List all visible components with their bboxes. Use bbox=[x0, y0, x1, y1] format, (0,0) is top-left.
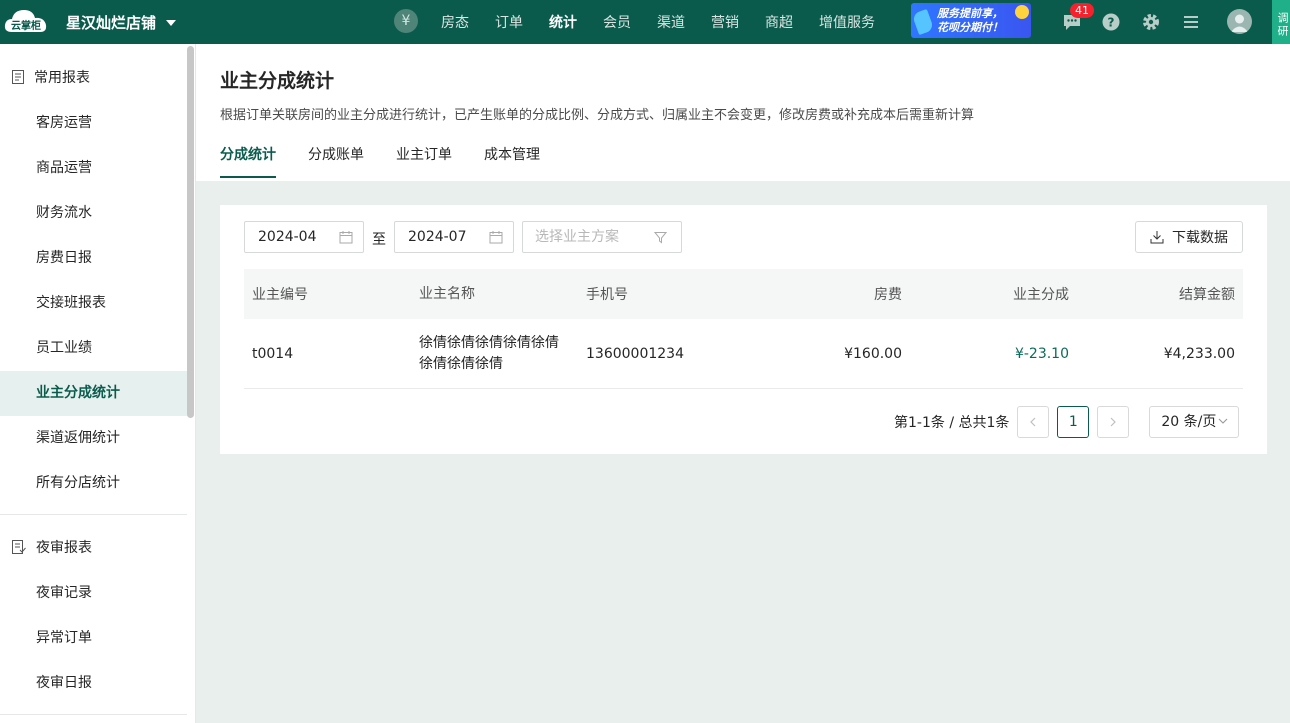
prev-page-button[interactable] bbox=[1017, 406, 1050, 438]
survey-tab[interactable]: 调研 bbox=[1272, 0, 1290, 44]
sidebar-item-abnormal-orders[interactable]: 异常订单 bbox=[0, 616, 187, 661]
nav-room-status[interactable]: 房态 bbox=[441, 12, 469, 32]
nav-marketing[interactable]: 营销 bbox=[711, 12, 739, 32]
nav-statistics[interactable]: 统计 bbox=[549, 12, 577, 32]
nav-orders[interactable]: 订单 bbox=[495, 12, 523, 32]
sidebar-group-common-reports[interactable]: 常用报表 bbox=[0, 66, 90, 88]
top-navigation-bar: 云掌柜 星汉灿烂店铺 ¥ 房态 订单 统计 会员 渠道 营销 商超 增值服务 服… bbox=[0, 0, 1290, 44]
audit-report-icon bbox=[12, 540, 26, 554]
banner-leaf-icon bbox=[911, 8, 935, 36]
cell-owner-id: t0014 bbox=[252, 345, 294, 362]
store-switcher[interactable]: 星汉灿烂店铺 bbox=[66, 12, 177, 33]
promo-banner[interactable]: 服务提前享， 花呗分期付！ bbox=[911, 3, 1031, 38]
cell-phone: 13600001234 bbox=[586, 345, 684, 362]
tab-share-bills[interactable]: 分成账单 bbox=[308, 144, 364, 176]
user-avatar[interactable] bbox=[1227, 9, 1252, 34]
sidebar-group-label: 常用报表 bbox=[34, 70, 90, 86]
stats-card: 2024-04 至 2024-07 选择业主方案 下载数据 业主编号 业主名称 … bbox=[220, 205, 1267, 454]
main-nav: 房态 订单 统计 会员 渠道 营销 商超 增值服务 bbox=[441, 0, 901, 44]
sidebar-item-shift-report[interactable]: 交接班报表 bbox=[0, 281, 187, 326]
sidebar-item-room-operations[interactable]: 客房运营 bbox=[0, 101, 187, 146]
logo-text: 云掌柜 bbox=[11, 21, 41, 32]
cell-room-fee: ¥160.00 bbox=[844, 345, 902, 362]
download-data-button[interactable]: 下载数据 bbox=[1135, 221, 1243, 253]
nav-members[interactable]: 会员 bbox=[603, 12, 631, 32]
app-logo[interactable]: 云掌柜 bbox=[2, 5, 50, 37]
sidebar-item-night-audit-log[interactable]: 夜审记录 bbox=[0, 571, 187, 616]
sidebar-divider bbox=[0, 714, 187, 715]
start-month-picker[interactable]: 2024-04 bbox=[244, 221, 364, 253]
calendar-icon bbox=[489, 231, 503, 244]
col-phone: 手机号 bbox=[586, 287, 628, 303]
download-icon bbox=[1150, 231, 1164, 244]
page-header: 业主分成统计 根据订单关联房间的业主分成进行统计，已产生账单的分成比例、分成方式… bbox=[196, 44, 1290, 181]
owner-name-line: 徐倩徐倩徐倩徐倩徐倩 bbox=[419, 334, 559, 351]
nav-store[interactable]: 商超 bbox=[765, 12, 793, 32]
col-owner-share: 业主分成 bbox=[1013, 287, 1069, 303]
col-owner-id: 业主编号 bbox=[252, 287, 308, 303]
chevron-down-icon bbox=[1219, 418, 1228, 424]
col-room-fee: 房费 bbox=[874, 287, 902, 303]
chevron-left-icon bbox=[1030, 417, 1036, 427]
banner-sun-icon bbox=[1015, 5, 1029, 19]
cell-settlement: ¥4,233.00 bbox=[1163, 345, 1235, 362]
menu-icon[interactable] bbox=[1181, 12, 1201, 32]
calendar-icon bbox=[339, 231, 353, 244]
report-icon bbox=[12, 70, 24, 84]
message-count-badge: 41 bbox=[1070, 3, 1094, 18]
sidebar-item-channel-commission[interactable]: 渠道返佣统计 bbox=[0, 416, 187, 461]
owner-name-line: 徐倩徐倩徐倩 bbox=[419, 355, 503, 372]
banner-line-2: 花呗分期付！ bbox=[937, 21, 1003, 34]
help-icon[interactable]: ? bbox=[1101, 12, 1121, 32]
nav-value-added-services[interactable]: 增值服务 bbox=[819, 12, 875, 32]
tab-owner-orders[interactable]: 业主订单 bbox=[396, 144, 452, 176]
owner-plan-select[interactable]: 选择业主方案 bbox=[522, 221, 682, 253]
date-range-separator: 至 bbox=[372, 232, 386, 248]
sidebar-item-finance-flow[interactable]: 财务流水 bbox=[0, 191, 187, 236]
pagination: 第1-1条 / 总共1条 1 20 条/页 bbox=[894, 406, 1240, 438]
yen-icon[interactable]: ¥ bbox=[394, 9, 418, 33]
sidebar-item-staff-performance[interactable]: 员工业绩 bbox=[0, 326, 187, 371]
cell-owner-share[interactable]: ¥-23.10 bbox=[902, 346, 1069, 362]
page-size-value: 20 条/页 bbox=[1161, 414, 1217, 430]
sidebar-item-owner-share-stats[interactable]: 业主分成统计 bbox=[0, 371, 187, 416]
tab-share-stats[interactable]: 分成统计 bbox=[220, 144, 276, 178]
sidebar: 常用报表 客房运营 商品运营 财务流水 房费日报 交接班报表 员工业绩 业主分成… bbox=[0, 44, 196, 723]
col-owner-name: 业主名称 bbox=[419, 285, 475, 302]
end-month-picker[interactable]: 2024-07 bbox=[394, 221, 514, 253]
svg-text:?: ? bbox=[1108, 16, 1115, 30]
nav-channels[interactable]: 渠道 bbox=[657, 12, 685, 32]
pagination-summary: 第1-1条 / 总共1条 bbox=[894, 415, 1010, 431]
owner-plan-placeholder: 选择业主方案 bbox=[535, 229, 619, 245]
tab-cost-management[interactable]: 成本管理 bbox=[484, 144, 540, 176]
cell-owner-name: 徐倩徐倩徐倩徐倩徐倩 徐倩徐倩徐倩 bbox=[411, 333, 578, 375]
page-title: 业主分成统计 bbox=[220, 70, 335, 92]
store-name: 星汉灿烂店铺 bbox=[66, 14, 157, 32]
end-month-value: 2024-07 bbox=[408, 229, 467, 245]
settings-gear-icon[interactable] bbox=[1141, 12, 1161, 32]
table-header: 业主编号 业主名称 手机号 房费 业主分成 结算金额 bbox=[244, 269, 1243, 319]
sidebar-group-night-audit[interactable]: 夜审报表 bbox=[0, 536, 92, 558]
table-row: t0014 徐倩徐倩徐倩徐倩徐倩 徐倩徐倩徐倩 13600001234 ¥160… bbox=[244, 319, 1243, 389]
start-month-value: 2024-04 bbox=[258, 229, 317, 245]
sidebar-item-night-audit-daily[interactable]: 夜审日报 bbox=[0, 661, 187, 706]
page-1-button[interactable]: 1 bbox=[1057, 406, 1090, 438]
filter-icon bbox=[654, 232, 667, 244]
page-size-select[interactable]: 20 条/页 bbox=[1149, 406, 1240, 438]
page-tabs: 分成统计 分成账单 业主订单 成本管理 bbox=[220, 144, 572, 178]
owner-share-table: 业主编号 业主名称 手机号 房费 业主分成 结算金额 t0014 徐倩徐倩徐倩徐… bbox=[244, 269, 1243, 389]
sidebar-group-label: 夜审报表 bbox=[36, 540, 92, 556]
caret-down-icon bbox=[166, 19, 177, 26]
sidebar-item-room-fee-daily[interactable]: 房费日报 bbox=[0, 236, 187, 281]
col-settlement: 结算金额 bbox=[1179, 287, 1235, 303]
page-description: 根据订单关联房间的业主分成进行统计，已产生账单的分成比例、分成方式、归属业主不会… bbox=[220, 108, 975, 123]
chevron-right-icon bbox=[1110, 417, 1117, 427]
download-label: 下载数据 bbox=[1172, 230, 1228, 246]
sidebar-divider bbox=[0, 514, 187, 515]
sidebar-item-goods-operations[interactable]: 商品运营 bbox=[0, 146, 187, 191]
sidebar-scrollbar[interactable] bbox=[187, 46, 194, 418]
sidebar-item-all-branches[interactable]: 所有分店统计 bbox=[0, 461, 187, 506]
next-page-button[interactable] bbox=[1097, 406, 1130, 438]
